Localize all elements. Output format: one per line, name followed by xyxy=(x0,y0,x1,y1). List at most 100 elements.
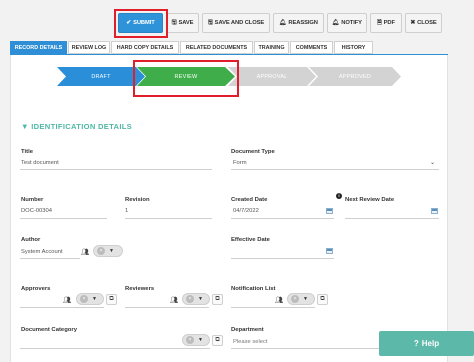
effective-date-label: Effective Date xyxy=(231,237,270,243)
open-external-icon[interactable]: ⧉ xyxy=(317,294,328,305)
close-label: CLOSE xyxy=(417,20,437,26)
save-icon: 🖫 xyxy=(207,20,213,26)
notify-button[interactable]: 🔔︎ NOTIFY xyxy=(327,13,367,33)
open-external-icon[interactable]: ⧉ xyxy=(212,335,223,346)
caret-down-icon[interactable]: ▼ xyxy=(198,337,203,343)
add-user-icon[interactable]: 👥︎ xyxy=(275,296,283,304)
add-user-icon[interactable]: 👥︎ xyxy=(170,296,178,304)
caret-down-icon: ▼ xyxy=(21,122,32,131)
chevron-down-icon[interactable]: ⌄ xyxy=(430,159,435,166)
created-date-label: Created Date xyxy=(231,197,268,203)
add-user-icon[interactable]: 👥︎ xyxy=(81,248,89,256)
author-clear-dropdown[interactable]: × ▼ xyxy=(93,245,123,257)
document-type-label: Document Type xyxy=(231,149,275,155)
submit-label: SUBMIT xyxy=(133,20,155,26)
tab-label: RECORD DETAILS xyxy=(14,44,63,51)
save-button[interactable]: 🖫 SAVE xyxy=(166,13,199,33)
tab-label: HISTORY xyxy=(341,44,366,51)
help-button[interactable]: ? Help xyxy=(379,331,474,356)
department-select[interactable]: Please select xyxy=(233,339,267,345)
workflow-step-label: DRAFT xyxy=(91,73,111,80)
approvers-label: Approvers xyxy=(21,286,51,292)
save-label: SAVE xyxy=(178,20,194,26)
document-type-select[interactable]: Form xyxy=(233,160,247,166)
section-title-text: IDENTIFICATION DETAILS xyxy=(31,122,133,131)
caret-down-icon[interactable]: ▼ xyxy=(92,296,97,302)
approvers-underline xyxy=(20,307,104,308)
workflow-step-label: APPROVED xyxy=(338,73,372,80)
title-input[interactable]: Test document xyxy=(21,160,59,166)
tab-label: TRAINING xyxy=(258,44,285,51)
reviewers-underline xyxy=(125,307,209,308)
number-value: DOC-00304 xyxy=(21,208,52,214)
title-label: Title xyxy=(21,149,34,155)
revision-label: Revision xyxy=(125,197,150,203)
author-underline xyxy=(20,258,80,259)
submit-button[interactable]: ✔ SUBMIT xyxy=(118,13,163,33)
open-external-icon[interactable]: ⧉ xyxy=(212,294,223,305)
pdf-label: PDF xyxy=(383,20,395,26)
calendar-icon[interactable] xyxy=(431,208,438,214)
caret-down-icon[interactable]: ▼ xyxy=(109,248,114,254)
document-category-underline xyxy=(20,348,210,349)
reassign-button[interactable]: 🔔︎ REASSIGN xyxy=(273,13,324,33)
notification-list-label: Notification List xyxy=(231,286,276,292)
next-review-date-underline xyxy=(345,218,439,219)
tab-history[interactable]: HISTORY xyxy=(334,41,373,54)
file-icon: 🗎 xyxy=(377,20,382,26)
open-external-icon[interactable]: ⧉ xyxy=(106,294,117,305)
reassign-label: REASSIGN xyxy=(288,20,318,26)
workflow-step-review: REVIEW xyxy=(137,67,235,86)
tab-review-log[interactable]: REVIEW LOG xyxy=(68,41,110,54)
record-details-panel xyxy=(10,55,448,362)
tab-related-documents[interactable]: RELATED DOCUMENTS xyxy=(180,41,253,54)
calendar-icon[interactable] xyxy=(326,208,333,214)
workflow-step-draft: DRAFT xyxy=(57,67,145,86)
tab-label: COMMENTS xyxy=(295,44,328,51)
save-icon: 🖫 xyxy=(171,20,177,26)
tab-training[interactable]: TRAINING xyxy=(254,41,289,54)
tab-label: HARD COPY DETAILS xyxy=(116,44,174,51)
calendar-icon[interactable] xyxy=(326,248,333,254)
workflow-step-approved: APPROVED xyxy=(309,67,401,86)
tab-record-details[interactable]: RECORD DETAILS xyxy=(10,41,67,54)
author-label: Author xyxy=(21,237,41,243)
clear-icon[interactable]: × xyxy=(291,295,299,303)
tab-label: REVIEW LOG xyxy=(71,44,107,51)
document-category-clear-dropdown[interactable]: × ▼ xyxy=(182,334,210,346)
title-underline xyxy=(20,169,212,170)
check-icon: ✔ xyxy=(126,20,132,26)
workflow-step-label: REVIEW xyxy=(174,73,198,80)
approvers-clear-dropdown[interactable]: × ▼ xyxy=(76,293,104,305)
created-date-underline xyxy=(231,218,334,219)
clear-icon[interactable]: × xyxy=(186,295,194,303)
document-category-label: Document Category xyxy=(21,327,77,333)
close-button[interactable]: ✖ CLOSE xyxy=(405,13,442,33)
section-title: ▼ IDENTIFICATION DETAILS xyxy=(21,122,132,131)
clear-icon[interactable]: × xyxy=(186,336,194,344)
caret-down-icon[interactable]: ▼ xyxy=(198,296,203,302)
bell-icon: 🔔︎ xyxy=(279,20,287,26)
created-date-input[interactable]: 04/7/2022 xyxy=(233,208,259,214)
info-icon[interactable]: i xyxy=(336,193,342,199)
close-icon: ✖ xyxy=(410,20,416,26)
reviewers-label: Reviewers xyxy=(125,286,155,292)
document-type-underline xyxy=(231,169,439,170)
save-and-close-button[interactable]: 🖫 SAVE AND CLOSE xyxy=(202,13,270,33)
caret-down-icon[interactable]: ▼ xyxy=(303,296,308,302)
revision-underline xyxy=(125,218,212,219)
department-label: Department xyxy=(231,327,264,333)
toolbar: ✔ SUBMIT 🖫 SAVE 🖫 SAVE AND CLOSE 🔔︎ REAS… xyxy=(0,13,474,35)
tab-hard-copy-details[interactable]: HARD COPY DETAILS xyxy=(111,41,179,54)
pdf-button[interactable]: 🗎 PDF xyxy=(370,13,402,33)
clear-icon[interactable]: × xyxy=(97,247,105,255)
effective-date-underline xyxy=(231,258,334,259)
number-underline xyxy=(20,218,107,219)
tab-comments[interactable]: COMMENTS xyxy=(290,41,333,54)
reviewers-clear-dropdown[interactable]: × ▼ xyxy=(182,293,210,305)
workflow-step-label: APPROVAL xyxy=(256,73,288,80)
add-user-icon[interactable]: 👥︎ xyxy=(63,296,71,304)
notification-list-clear-dropdown[interactable]: × ▼ xyxy=(287,293,315,305)
clear-icon[interactable]: × xyxy=(80,295,88,303)
next-review-date-label: Next Review Date xyxy=(345,197,395,203)
